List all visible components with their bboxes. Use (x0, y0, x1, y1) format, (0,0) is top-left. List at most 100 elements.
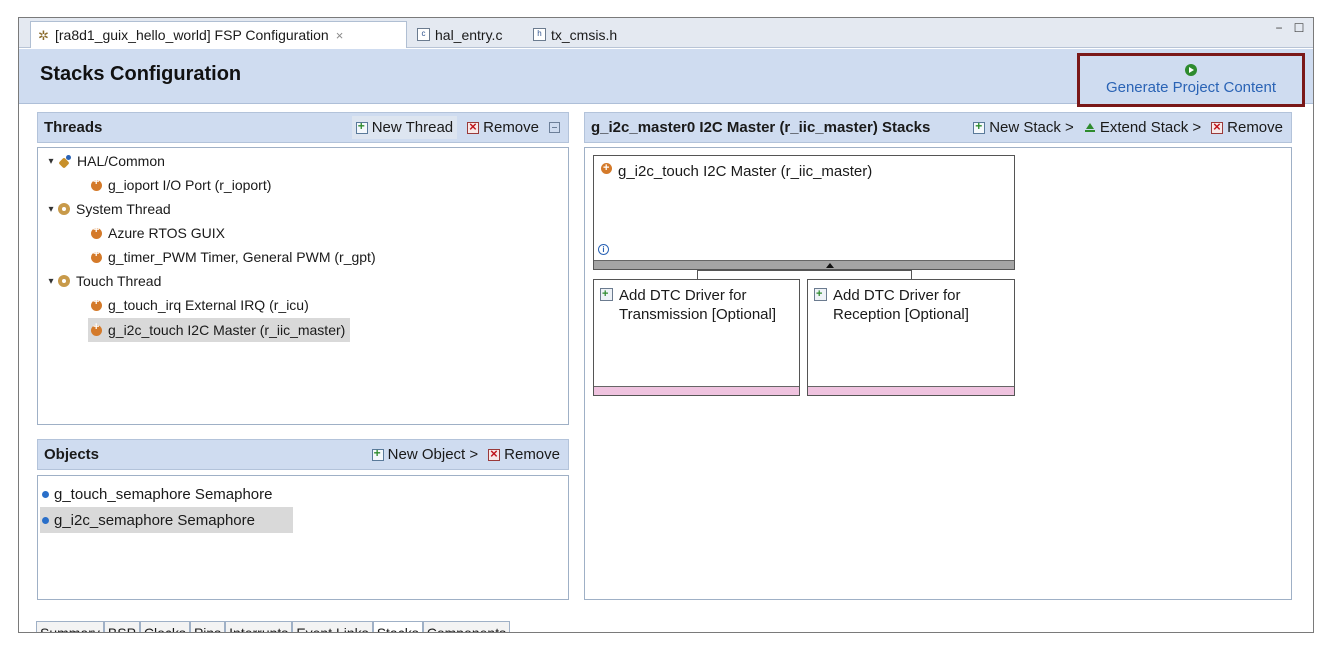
objects-title: Objects (44, 446, 100, 463)
remove-icon (467, 119, 480, 134)
tab-stacks[interactable]: Stacks (372, 622, 423, 632)
objects-panel-header: Objects New Object > Remove (37, 439, 569, 470)
tree-item-system-thread[interactable]: ▾ System Thread (44, 198, 171, 220)
tab-summary[interactable]: Summary (36, 622, 104, 632)
tree-item-label: g_touch_irq External IRQ (r_icu) (108, 297, 309, 313)
new-object-icon (371, 446, 384, 461)
remove-thread-button[interactable]: Remove (467, 119, 539, 136)
stack-block-line1: Add DTC Driver for (833, 287, 961, 304)
module-icon (90, 296, 103, 312)
connector-line (697, 270, 911, 271)
tab-components[interactable]: Components (422, 622, 511, 632)
stacks-configuration-header: Stacks Configuration Generate Project Co… (19, 49, 1313, 107)
connector-line (911, 270, 912, 279)
add-driver-icon (814, 285, 827, 304)
module-icon (90, 224, 103, 240)
module-icon (90, 321, 103, 337)
generate-project-content-button[interactable]: Generate Project Content (1077, 53, 1305, 107)
remove-label: Remove (1227, 119, 1283, 136)
stacks-title: g_i2c_master0 I2C Master (r_iic_master) … (591, 119, 931, 136)
stack-block-g-i2c-touch[interactable]: g_i2c_touch I2C Master (r_iic_master) i (593, 155, 1015, 270)
maximize-icon[interactable]: ☐ (1293, 22, 1305, 35)
tab-fsp-configuration[interactable]: ✲ [ra8d1_guix_hello_world] FSP Configura… (30, 21, 407, 48)
window-controls: − ☐ (1273, 22, 1305, 35)
stack-block-bar (594, 386, 799, 395)
page-title: Stacks Configuration (40, 63, 242, 85)
remove-stack-button[interactable]: Remove (1211, 119, 1283, 136)
extend-stack-button[interactable]: Extend Stack > (1084, 119, 1201, 136)
tree-item-g-touch-irq[interactable]: g_touch_irq External IRQ (r_icu) (90, 294, 309, 316)
tab-pins[interactable]: Pins (189, 622, 226, 632)
objects-list: g_touch_semaphore Semaphore g_i2c_semaph… (37, 475, 569, 600)
chevron-down-icon[interactable]: ▾ (44, 276, 58, 287)
chevron-down-icon[interactable]: ▾ (44, 156, 58, 167)
tree-item-label: g_ioport I/O Port (r_ioport) (108, 177, 272, 193)
thread-icon (58, 275, 70, 287)
tree-item-g-ioport[interactable]: g_ioport I/O Port (r_ioport) (90, 174, 271, 196)
tree-item-g-i2c-touch[interactable]: g_i2c_touch I2C Master (r_iic_master) (88, 318, 351, 342)
new-stack-label: New Stack > (989, 119, 1074, 136)
module-icon (90, 248, 103, 264)
stack-block-text: Add DTC Driver for Transmission [Optiona… (619, 286, 776, 324)
minimize-icon[interactable]: − (1273, 22, 1285, 35)
h-file-icon: h (533, 28, 546, 41)
list-item-g-i2c-semaphore[interactable]: g_i2c_semaphore Semaphore (40, 507, 293, 533)
new-stack-button[interactable]: New Stack > (973, 119, 1074, 136)
stack-block-dtc-reception[interactable]: Add DTC Driver for Reception [Optional] (807, 279, 1015, 396)
tab-bsp[interactable]: BSP (103, 622, 140, 632)
chevron-down-icon[interactable]: ▾ (44, 204, 58, 215)
stack-block-line2: Transmission [Optional] (619, 306, 777, 323)
tab-event-links[interactable]: Event Links (292, 622, 373, 632)
new-thread-icon (355, 119, 368, 134)
info-icon[interactable]: i (598, 244, 609, 255)
stack-block-title: Add DTC Driver for Reception [Optional] (814, 285, 969, 324)
new-thread-button[interactable]: New Thread (351, 116, 458, 139)
threads-title: Threads (44, 119, 103, 136)
stack-block-dtc-transmission[interactable]: Add DTC Driver for Transmission [Optiona… (593, 279, 800, 396)
tree-item-label: g_i2c_touch I2C Master (r_iic_master) (108, 322, 346, 338)
close-icon[interactable]: × (336, 28, 344, 43)
tree-item-label: System Thread (76, 201, 171, 217)
tree-item-label: Touch Thread (76, 273, 162, 289)
tab-label: hal_entry.c (435, 26, 503, 43)
semaphore-icon (42, 490, 49, 498)
remove-icon (1211, 119, 1224, 134)
tab-tx-cmsis-h[interactable]: h tx_cmsis.h (527, 21, 623, 48)
tab-interrupts[interactable]: Interrupts (225, 622, 293, 632)
new-object-button[interactable]: New Object > (371, 446, 478, 463)
run-icon (1185, 64, 1197, 76)
collapse-all-icon[interactable] (549, 122, 560, 133)
stacks-canvas: g_i2c_touch I2C Master (r_iic_master) i … (584, 147, 1292, 600)
new-stack-icon (973, 119, 986, 134)
threads-panel-header: Threads New Thread Remove (37, 112, 569, 143)
tree-item-touch-thread[interactable]: ▾ Touch Thread (44, 270, 161, 292)
tree-item-g-timer-pwm[interactable]: g_timer_PWM Timer, General PWM (r_gpt) (90, 246, 376, 268)
list-item-g-touch-semaphore[interactable]: g_touch_semaphore Semaphore (40, 481, 272, 507)
stack-block-label: g_i2c_touch I2C Master (r_iic_master) (618, 163, 873, 180)
module-icon (90, 176, 103, 192)
tree-item-azure-rtos-guix[interactable]: Azure RTOS GUIX (90, 222, 225, 244)
semaphore-icon (42, 516, 49, 524)
threads-actions: New Thread Remove (351, 113, 560, 142)
c-file-icon: c (417, 28, 430, 41)
tree-item-hal-common[interactable]: ▾ HAL/Common (44, 150, 165, 172)
extend-stack-icon (1084, 122, 1096, 134)
tab-label: [ra8d1_guix_hello_world] FSP Configurati… (55, 27, 329, 43)
remove-object-button[interactable]: Remove (488, 446, 560, 463)
hal-common-icon (58, 154, 72, 168)
tab-hal-entry-c[interactable]: c hal_entry.c (411, 21, 508, 48)
thread-icon (58, 203, 70, 215)
tab-clocks[interactable]: Clocks (139, 622, 190, 632)
list-item-label: g_i2c_semaphore Semaphore (54, 511, 255, 529)
editor-tab-strip: ✲ [ra8d1_guix_hello_world] FSP Configura… (19, 18, 1313, 48)
gear-icon: ✲ (38, 27, 49, 43)
tree-item-label: HAL/Common (77, 153, 165, 169)
stack-block-text: Add DTC Driver for Reception [Optional] (833, 286, 969, 324)
stack-block-line2: Reception [Optional] (833, 306, 969, 323)
list-item-label: g_touch_semaphore Semaphore (54, 485, 273, 503)
module-icon (600, 159, 613, 178)
extend-stack-label: Extend Stack > (1099, 119, 1202, 136)
tab-label: tx_cmsis.h (551, 26, 618, 43)
collapse-up-icon[interactable] (826, 263, 834, 268)
tree-item-label: g_timer_PWM Timer, General PWM (r_gpt) (108, 249, 376, 265)
